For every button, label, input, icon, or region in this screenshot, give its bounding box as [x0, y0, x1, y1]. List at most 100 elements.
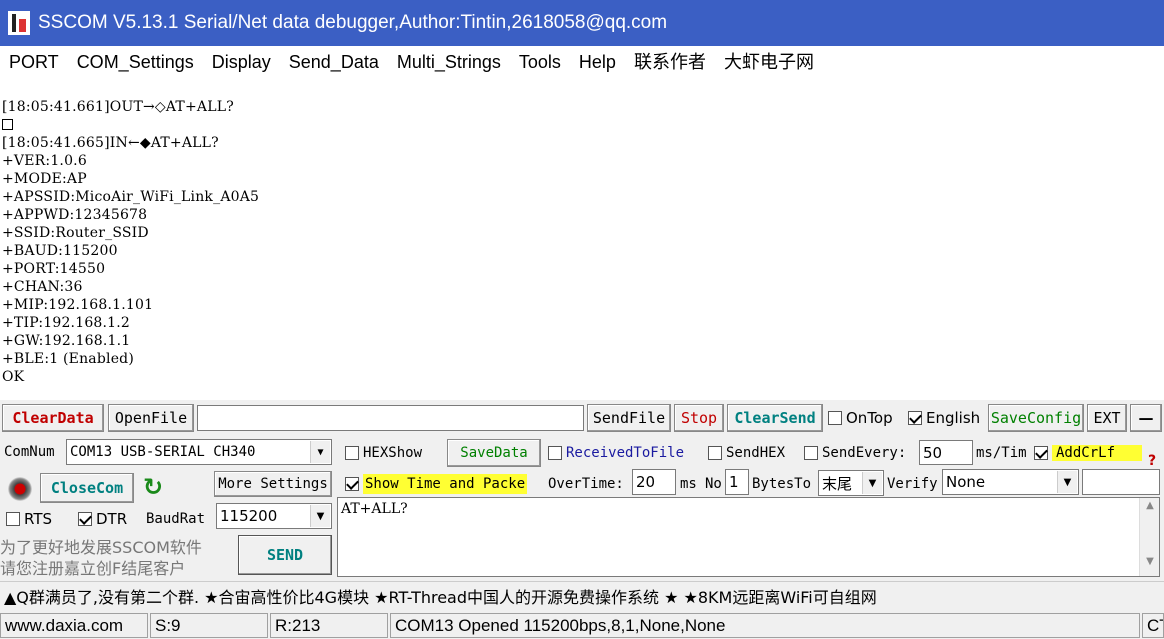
send-text-area[interactable]: AT+ALL? ▲ ▼	[337, 497, 1160, 577]
output-line: +APPWD:12345678	[2, 207, 148, 223]
window-title: SSCOM V5.13.1 Serial/Net data debugger,A…	[38, 12, 668, 33]
status-site[interactable]: www.daxia.com	[0, 613, 148, 638]
hex-show-check-icon	[345, 446, 359, 460]
unprintable-char-box	[2, 119, 13, 130]
more-settings-button[interactable]: More Settings	[214, 471, 332, 497]
com-port-select[interactable]: COM13 USB-SERIAL CH340 ▼	[66, 439, 332, 465]
output-line: +MODE:AP	[2, 171, 87, 187]
open-file-button[interactable]: OpenFile	[108, 404, 194, 432]
menu-display[interactable]: Display	[203, 46, 280, 78]
rts-label: RTS	[24, 510, 53, 528]
chevron-down-icon: ▼	[310, 505, 330, 527]
ext-button[interactable]: EXT	[1087, 404, 1127, 432]
send-every-input[interactable]: 50	[919, 440, 973, 465]
file-path-input[interactable]	[197, 405, 584, 431]
clear-data-button[interactable]: ClearData	[2, 404, 104, 432]
menu-port[interactable]: PORT	[0, 46, 68, 78]
ms-tim-label: ms/Tim	[976, 445, 1027, 461]
bytes-to-label: BytesTo	[752, 476, 812, 492]
send-hex-label: SendHEX	[726, 445, 786, 461]
refresh-icon[interactable]: ↻	[140, 473, 166, 501]
clear-send-button[interactable]: ClearSend	[727, 404, 823, 432]
bytes-to-select[interactable]: 末尾 ▼	[818, 470, 884, 496]
scroll-down-icon[interactable]: ▼	[1140, 556, 1160, 574]
com-port-value: COM13 USB-SERIAL CH340	[70, 444, 256, 460]
title-bar: SSCOM V5.13.1 Serial/Net data debugger,A…	[0, 0, 1164, 46]
rts-check-icon	[6, 512, 20, 526]
save-data-button[interactable]: SaveData	[447, 439, 541, 467]
english-checkbox[interactable]: English	[908, 404, 980, 432]
baud-rate-select[interactable]: 115200 ▼	[216, 503, 332, 529]
menu-com-settings[interactable]: COM_Settings	[68, 46, 203, 78]
send-hex-check-icon	[708, 446, 722, 460]
output-line: +PORT:14550	[2, 261, 106, 277]
output-line: +TIP:192.168.1.2	[2, 315, 131, 331]
help-question-icon[interactable]: ?	[1148, 451, 1156, 471]
collapse-button[interactable]: —	[1130, 404, 1162, 432]
menu-multi-strings[interactable]: Multi_Strings	[388, 46, 510, 78]
overtime-ms-label: ms	[680, 476, 697, 492]
show-time-label: Show Time and Packe	[363, 474, 528, 494]
on-top-label: OnTop	[846, 409, 893, 427]
received-to-file-label: ReceivedToFile	[566, 445, 685, 461]
chevron-down-icon: ▼	[862, 472, 882, 494]
verify-select[interactable]: None ▼	[942, 469, 1079, 495]
show-time-checkbox[interactable]: Show Time and Packe	[345, 471, 528, 497]
menu-bar: PORT COM_Settings Display Send_Data Mult…	[0, 46, 1164, 78]
status-sent-count: S:9	[150, 613, 268, 638]
send-scrollbar[interactable]: ▲ ▼	[1139, 498, 1159, 576]
news-ticker[interactable]: ▲Q群满员了,没有第二个群. ★合宙高性价比4G模块 ★RT-Thread中国人…	[0, 581, 1164, 609]
add-crlf-checkbox[interactable]: AddCrLf	[1034, 441, 1146, 465]
bytes-to-value: 末尾	[822, 474, 853, 493]
status-cts: CT	[1142, 613, 1164, 638]
app-icon	[8, 11, 30, 35]
menu-contact-author[interactable]: 联系作者	[625, 46, 715, 78]
menu-help[interactable]: Help	[570, 46, 625, 78]
com-num-label: ComNum	[4, 444, 55, 460]
english-label: English	[926, 409, 981, 427]
received-to-file-checkbox[interactable]: ReceivedToFile	[548, 441, 684, 465]
output-line: +CHAN:36	[2, 279, 83, 295]
output-line-box	[2, 116, 1164, 134]
send-file-button[interactable]: SendFile	[587, 404, 671, 432]
send-every-label: SendEvery:	[822, 445, 907, 461]
output-line: +SSID:Router_SSID	[2, 225, 149, 241]
hex-show-checkbox[interactable]: HEXShow	[345, 441, 422, 465]
overtime-input[interactable]: 20	[632, 469, 676, 495]
add-crlf-check-icon	[1034, 446, 1048, 460]
dtr-checkbox[interactable]: DTR	[78, 507, 127, 531]
no-label: No	[705, 476, 722, 492]
send-button[interactable]: SEND	[238, 535, 332, 575]
menu-send-data[interactable]: Send_Data	[280, 46, 388, 78]
menu-daxia[interactable]: 大虾电子网	[715, 46, 823, 78]
send-text-value: AT+ALL?	[341, 501, 408, 517]
output-line: OK	[2, 369, 25, 385]
send-hex-checkbox[interactable]: SendHEX	[708, 441, 785, 465]
save-config-button[interactable]: SaveConfig	[988, 404, 1084, 432]
on-top-checkbox[interactable]: OnTop	[828, 404, 893, 432]
no-input[interactable]: 1	[725, 469, 749, 495]
received-to-file-check-icon	[548, 446, 562, 460]
menu-tools[interactable]: Tools	[510, 46, 570, 78]
overtime-label: OverTime:	[548, 476, 624, 492]
add-crlf-label: AddCrLf	[1052, 445, 1142, 461]
close-com-button[interactable]: CloseCom	[40, 473, 134, 503]
receive-output-area[interactable]: [18:05:41.661]OUT→◇AT+ALL? [18:05:41.665…	[0, 78, 1164, 400]
verify-result-field	[1082, 469, 1160, 495]
status-received-count: R:213	[270, 613, 388, 638]
baud-rate-label: BaudRat	[146, 511, 206, 527]
port-status-light-icon	[8, 477, 32, 501]
scroll-up-icon[interactable]: ▲	[1140, 500, 1160, 518]
english-check-icon	[908, 411, 922, 425]
output-line: +BLE:1 (Enabled)	[2, 351, 135, 367]
output-line: [18:05:41.665]IN←◆AT+ALL?	[2, 135, 219, 151]
output-line: +VER:1.0.6	[2, 153, 87, 169]
dtr-label: DTR	[96, 510, 128, 528]
chevron-down-icon: ▼	[1057, 471, 1077, 493]
send-every-checkbox[interactable]: SendEvery:	[804, 441, 906, 465]
chevron-down-icon: ▼	[310, 441, 330, 463]
hex-show-label: HEXShow	[363, 445, 423, 461]
output-line: +MIP:192.168.1.101	[2, 297, 154, 313]
rts-checkbox[interactable]: RTS	[6, 507, 52, 531]
stop-button[interactable]: Stop	[674, 404, 724, 432]
